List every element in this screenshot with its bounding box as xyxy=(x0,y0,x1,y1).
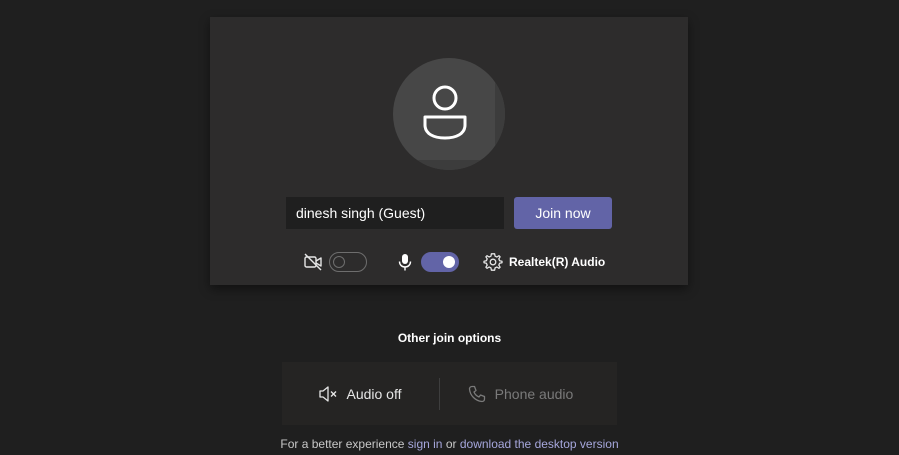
speaker-off-icon xyxy=(319,385,337,402)
avatar xyxy=(393,58,505,170)
person-icon xyxy=(423,85,467,140)
footer-note: For a better experience sign in or downl… xyxy=(0,437,899,451)
options-divider xyxy=(439,378,440,410)
camera-toggle-knob xyxy=(333,256,345,268)
camera-toggle[interactable] xyxy=(329,252,367,272)
name-input[interactable] xyxy=(286,197,504,229)
gear-icon[interactable] xyxy=(483,252,503,272)
device-controls: Realtek(R) Audio xyxy=(210,250,688,274)
teams-prejoin-screen: Join now Realtek(R) Au xyxy=(0,0,899,455)
audio-device-label[interactable]: Realtek(R) Audio xyxy=(509,255,605,269)
phone-audio-label: Phone audio xyxy=(494,385,574,402)
phone-audio-option[interactable]: Phone audio xyxy=(442,362,598,425)
microphone-toggle-knob xyxy=(443,256,455,268)
join-now-button[interactable]: Join now xyxy=(514,197,612,229)
phone-icon xyxy=(468,385,485,402)
other-join-options-title: Other join options xyxy=(397,331,502,345)
audio-off-option[interactable]: Audio off xyxy=(282,362,438,425)
audio-off-label: Audio off xyxy=(346,385,402,402)
download-desktop-link[interactable]: download the desktop version xyxy=(460,437,619,451)
footer-middle: or xyxy=(445,437,457,451)
microphone-toggle[interactable] xyxy=(421,252,459,272)
sign-in-link[interactable]: sign in xyxy=(408,437,443,451)
other-join-options: Audio off Phone audio xyxy=(282,362,617,425)
camera-off-icon[interactable] xyxy=(303,252,323,272)
preview-card: Join now Realtek(R) Au xyxy=(210,17,688,285)
footer-prefix: For a better experience xyxy=(280,437,405,451)
microphone-icon[interactable] xyxy=(395,252,415,272)
